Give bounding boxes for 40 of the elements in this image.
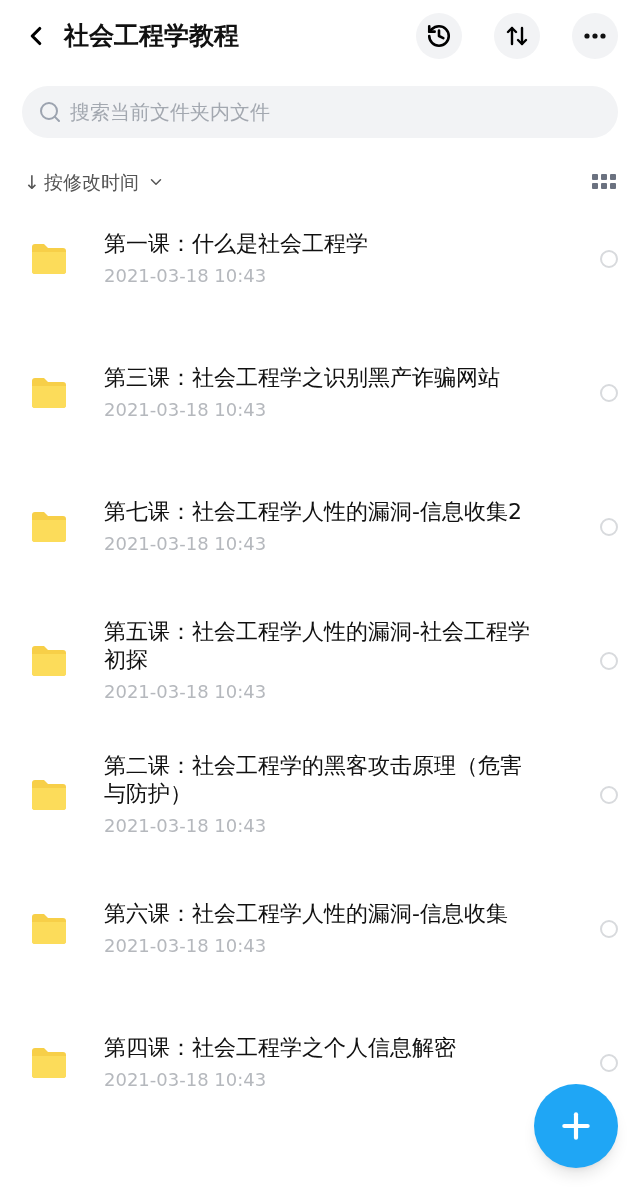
select-checkbox[interactable] [600,786,618,804]
folder-name[interactable]: 第七课：社会工程学人性的漏洞-信息收集2 [104,497,536,526]
more-button[interactable] [572,13,618,59]
folder-icon [30,377,68,409]
sort-arrows-icon [505,24,529,48]
folder-icon [30,645,68,677]
modified-date: 2021-03-18 10:43 [104,813,268,838]
select-checkbox[interactable] [600,1054,618,1072]
select-checkbox[interactable] [600,250,618,268]
modified-date: 2021-03-18 10:43 [104,1067,268,1092]
folder-name[interactable]: 第三课：社会工程学之识别黑产诈骗网站 [104,363,536,392]
folder-icon [30,243,68,275]
sort-button[interactable] [494,13,540,59]
grid-view-icon[interactable] [592,174,616,190]
folder-name[interactable]: 第二课：社会工程学的黑客攻击原理（危害与防护） [104,751,536,808]
select-checkbox[interactable] [600,652,618,670]
folder-name[interactable]: 第四课：社会工程学之个人信息解密 [104,1033,536,1062]
folder-name[interactable]: 第六课：社会工程学人性的漏洞-信息收集 [104,899,536,928]
folder-icon [30,913,68,945]
modified-date: 2021-03-18 10:43 [104,679,268,704]
folder-icon [30,511,68,543]
modified-date: 2021-03-18 10:43 [104,933,268,958]
folder-name[interactable]: 第一课：什么是社会工程学 [104,229,536,258]
select-checkbox[interactable] [600,920,618,938]
folder-icon [30,1047,68,1079]
modified-date: 2021-03-18 10:43 [104,263,268,288]
select-checkbox[interactable] [600,384,618,402]
modified-date: 2021-03-18 10:43 [104,531,268,556]
search-input[interactable]: 搜索当前文件夹内文件 [70,97,602,127]
folder-name[interactable]: 第五课：社会工程学人性的漏洞-社会工程学初探 [104,617,536,674]
modified-date: 2021-03-18 10:43 [104,397,268,422]
history-icon [426,23,452,49]
page-title: 社会工程学教程 [64,20,239,53]
search-icon [38,100,62,124]
history-button[interactable] [416,13,462,59]
folder-icon [30,779,68,811]
select-checkbox[interactable] [600,518,618,536]
sort-dropdown[interactable]: ↓ 按修改时间 [24,167,165,197]
more-icon [584,33,606,39]
search-field[interactable]: 搜索当前文件夹内文件 [22,86,618,138]
